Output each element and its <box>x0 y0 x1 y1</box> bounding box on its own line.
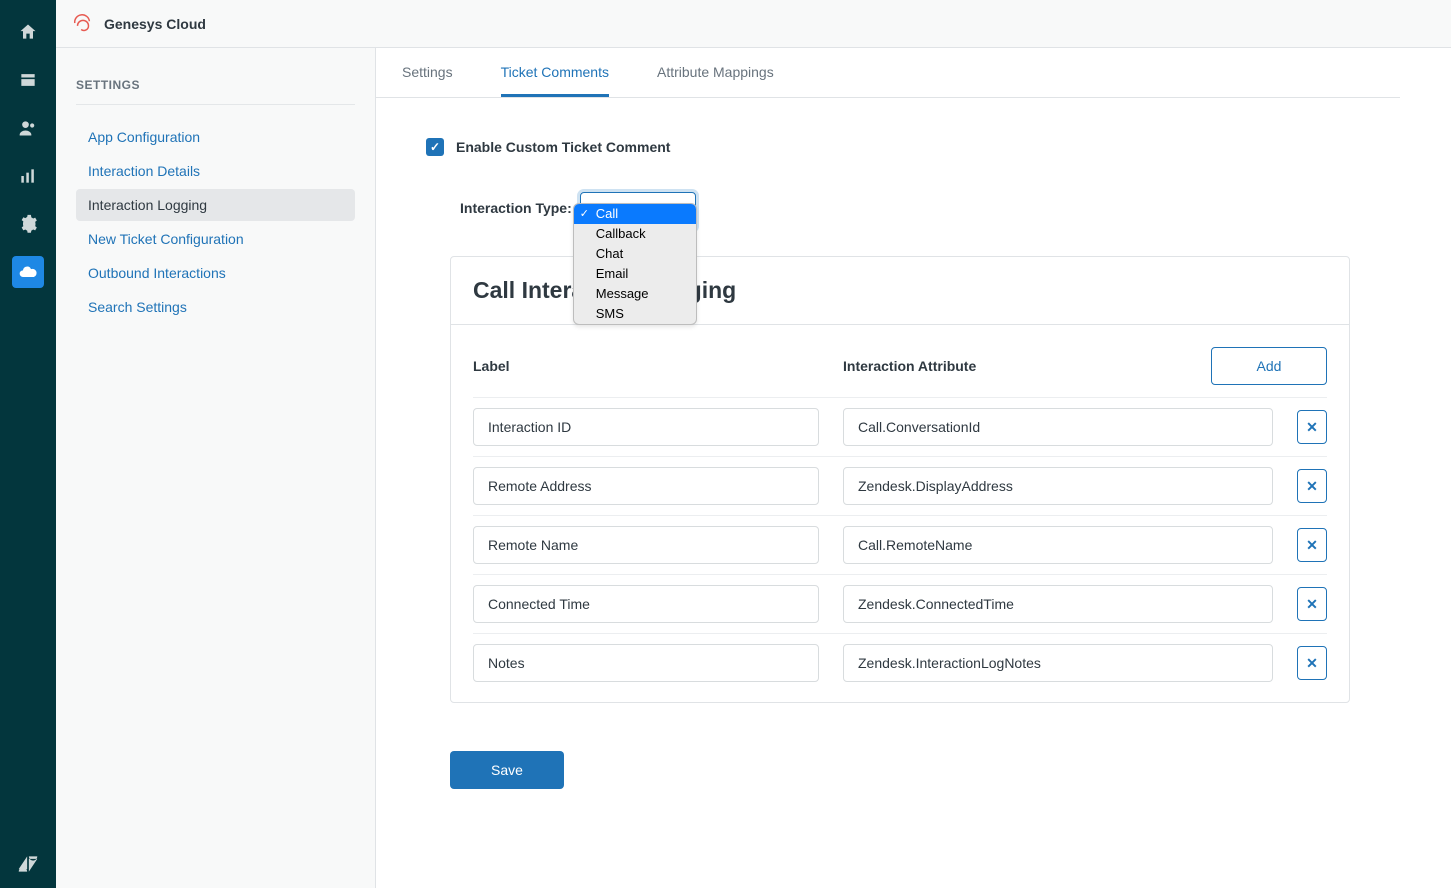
attribute-input[interactable] <box>843 585 1273 623</box>
sidebar-item-search-settings[interactable]: Search Settings <box>76 291 355 323</box>
remove-button[interactable]: ✕ <box>1297 646 1327 680</box>
tab-label: Ticket Comments <box>501 64 609 80</box>
app-title: Genesys Cloud <box>104 16 206 32</box>
attribute-input[interactable] <box>843 467 1273 505</box>
dropdown-option-call[interactable]: Call <box>574 204 696 224</box>
column-header-label: Label <box>473 358 843 374</box>
attribute-input[interactable] <box>843 644 1273 682</box>
cloud-icon[interactable] <box>12 256 44 288</box>
label-input[interactable] <box>473 408 819 446</box>
sidebar-item-interaction-details[interactable]: Interaction Details <box>76 155 355 187</box>
close-icon: ✕ <box>1306 655 1318 672</box>
table-row: ✕ <box>473 633 1327 692</box>
sidebar-item-new-ticket-configuration[interactable]: New Ticket Configuration <box>76 223 355 255</box>
label-input[interactable] <box>473 585 819 623</box>
table-row: ✕ <box>473 456 1327 515</box>
close-icon: ✕ <box>1306 419 1318 436</box>
settings-sidebar: SETTINGS App Configuration Interaction D… <box>56 48 376 888</box>
tab-ticket-comments[interactable]: Ticket Comments <box>501 48 609 97</box>
enable-custom-comment-label: Enable Custom Ticket Comment <box>456 139 670 155</box>
tab-settings[interactable]: Settings <box>402 48 453 97</box>
sidebar-item-label: App Configuration <box>88 129 200 145</box>
interaction-type-select[interactable]: Call Callback Chat Email Message SMS <box>580 192 696 230</box>
remove-button[interactable]: ✕ <box>1297 469 1327 503</box>
dropdown-option-message[interactable]: Message <box>574 284 696 304</box>
zendesk-icon[interactable] <box>12 848 44 880</box>
genesys-logo-icon <box>72 13 94 35</box>
inbox-icon[interactable] <box>12 64 44 96</box>
remove-button[interactable]: ✕ <box>1297 587 1327 621</box>
tab-bar: Settings Ticket Comments Attribute Mappi… <box>376 48 1400 98</box>
gear-icon[interactable] <box>12 208 44 240</box>
app-header: Genesys Cloud <box>56 0 1451 48</box>
remove-button[interactable]: ✕ <box>1297 528 1327 562</box>
close-icon: ✕ <box>1306 478 1318 495</box>
add-button[interactable]: Add <box>1211 347 1327 385</box>
label-input[interactable] <box>473 644 819 682</box>
sidebar-item-label: New Ticket Configuration <box>88 231 244 247</box>
enable-custom-comment-checkbox[interactable]: ✓ <box>426 138 444 156</box>
remove-button[interactable]: ✕ <box>1297 410 1327 444</box>
home-icon[interactable] <box>12 16 44 48</box>
sidebar-heading: SETTINGS <box>76 78 355 105</box>
sidebar-item-outbound-interactions[interactable]: Outbound Interactions <box>76 257 355 289</box>
attribute-input[interactable] <box>843 526 1273 564</box>
column-header-attribute: Interaction Attribute <box>843 358 1211 374</box>
sidebar-item-label: Interaction Logging <box>88 197 207 213</box>
close-icon: ✕ <box>1306 596 1318 613</box>
dropdown-option-chat[interactable]: Chat <box>574 244 696 264</box>
tab-label: Attribute Mappings <box>657 64 774 80</box>
label-input[interactable] <box>473 526 819 564</box>
left-rail <box>0 0 56 888</box>
sidebar-item-label: Search Settings <box>88 299 187 315</box>
users-icon[interactable] <box>12 112 44 144</box>
dropdown-option-callback[interactable]: Callback <box>574 224 696 244</box>
attribute-input[interactable] <box>843 408 1273 446</box>
sidebar-item-app-configuration[interactable]: App Configuration <box>76 121 355 153</box>
sidebar-item-interaction-logging[interactable]: Interaction Logging <box>76 189 355 221</box>
interaction-type-dropdown: Call Callback Chat Email Message SMS <box>573 203 697 325</box>
save-button[interactable]: Save <box>450 751 564 789</box>
main-content: Settings Ticket Comments Attribute Mappi… <box>376 48 1400 888</box>
dropdown-option-sms[interactable]: SMS <box>574 304 696 324</box>
table-header: Label Interaction Attribute Add <box>473 347 1327 397</box>
close-icon: ✕ <box>1306 537 1318 554</box>
interaction-type-row: Interaction Type: Call Callback Chat Ema… <box>426 192 1350 230</box>
dropdown-option-email[interactable]: Email <box>574 264 696 284</box>
enable-custom-comment-row: ✓ Enable Custom Ticket Comment <box>426 138 1350 156</box>
tab-label: Settings <box>402 64 453 80</box>
reports-icon[interactable] <box>12 160 44 192</box>
label-input[interactable] <box>473 467 819 505</box>
tab-attribute-mappings[interactable]: Attribute Mappings <box>657 48 774 97</box>
table-row: ✕ <box>473 574 1327 633</box>
table-row: ✕ <box>473 515 1327 574</box>
interaction-type-label: Interaction Type: <box>460 192 572 216</box>
sidebar-item-label: Outbound Interactions <box>88 265 226 281</box>
table-row: ✕ <box>473 397 1327 456</box>
sidebar-item-label: Interaction Details <box>88 163 200 179</box>
